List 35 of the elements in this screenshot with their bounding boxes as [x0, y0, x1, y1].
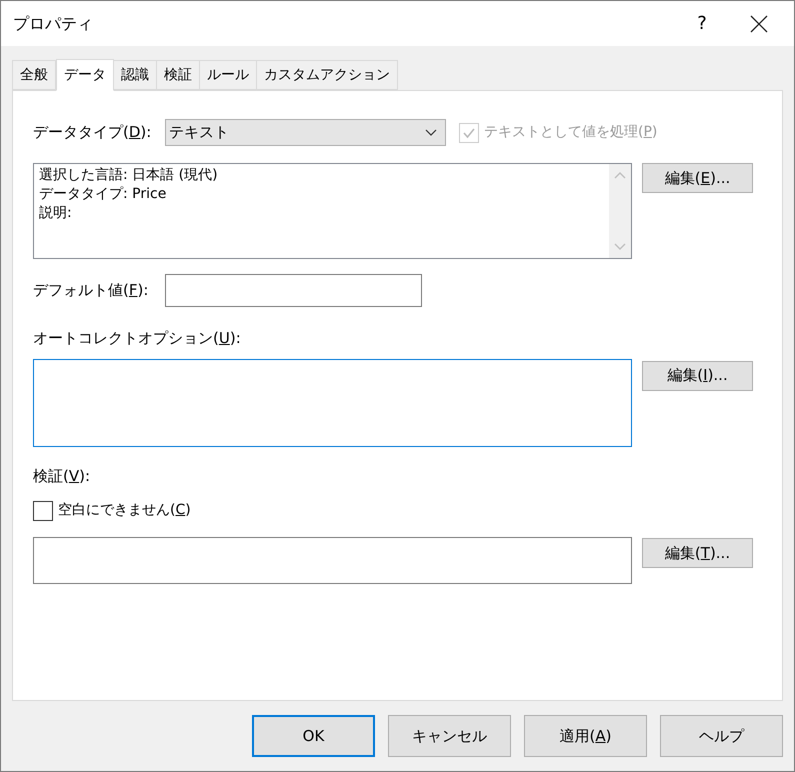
validation-label: 検証(V): — [33, 466, 92, 486]
tab[interactable]: 全般 — [12, 60, 56, 90]
tab[interactable]: 認識 — [113, 60, 157, 90]
tab[interactable]: ルール — [199, 60, 257, 90]
not-blank-label: 空白にできません(C) — [58, 501, 191, 520]
tab[interactable]: カスタムアクション — [256, 60, 398, 90]
scroll-up-icon[interactable] — [614, 172, 626, 179]
autocorrect-label: オートコレクトオプション(U): — [33, 328, 242, 349]
data-type-dropdown[interactable]: テキスト — [165, 119, 446, 146]
default-value-label: デフォルト値(F): — [33, 280, 150, 302]
info-line: データタイプ: Price — [39, 185, 168, 204]
close-icon — [750, 14, 768, 32]
tab[interactable]: データ — [56, 59, 114, 91]
edit-button[interactable]: 編集(I)... — [642, 360, 753, 390]
data-type-label: データタイプ(D): — [33, 122, 152, 144]
check-icon — [462, 126, 476, 140]
chevron-down-icon — [425, 129, 437, 136]
dialog-button[interactable]: 適用(A) — [524, 715, 647, 757]
help-button[interactable]: ? — [674, 1, 730, 46]
validation-field[interactable] — [33, 537, 632, 584]
info-line: 選択した言語: 日本語 (現代) — [39, 166, 219, 185]
not-blank-checkbox[interactable] — [33, 500, 53, 520]
dialog-button[interactable]: ヘルプ — [660, 715, 783, 757]
window-title: プロパティ — [13, 12, 94, 34]
tab[interactable]: 検証 — [156, 60, 200, 90]
dialog-button[interactable]: キャンセル — [388, 715, 511, 757]
treat-as-text-label: テキストとして値を処理(P) — [484, 123, 658, 142]
info-line: 説明: — [39, 204, 73, 223]
edit-button[interactable]: 編集(E)... — [642, 163, 753, 193]
edit-button[interactable]: 編集(T)... — [642, 538, 753, 568]
default-value-field[interactable] — [165, 274, 422, 307]
scrollbar[interactable] — [609, 164, 631, 258]
scroll-down-icon[interactable] — [614, 243, 626, 250]
dialog-button[interactable]: OK — [252, 715, 375, 757]
autocorrect-field[interactable] — [33, 358, 632, 446]
